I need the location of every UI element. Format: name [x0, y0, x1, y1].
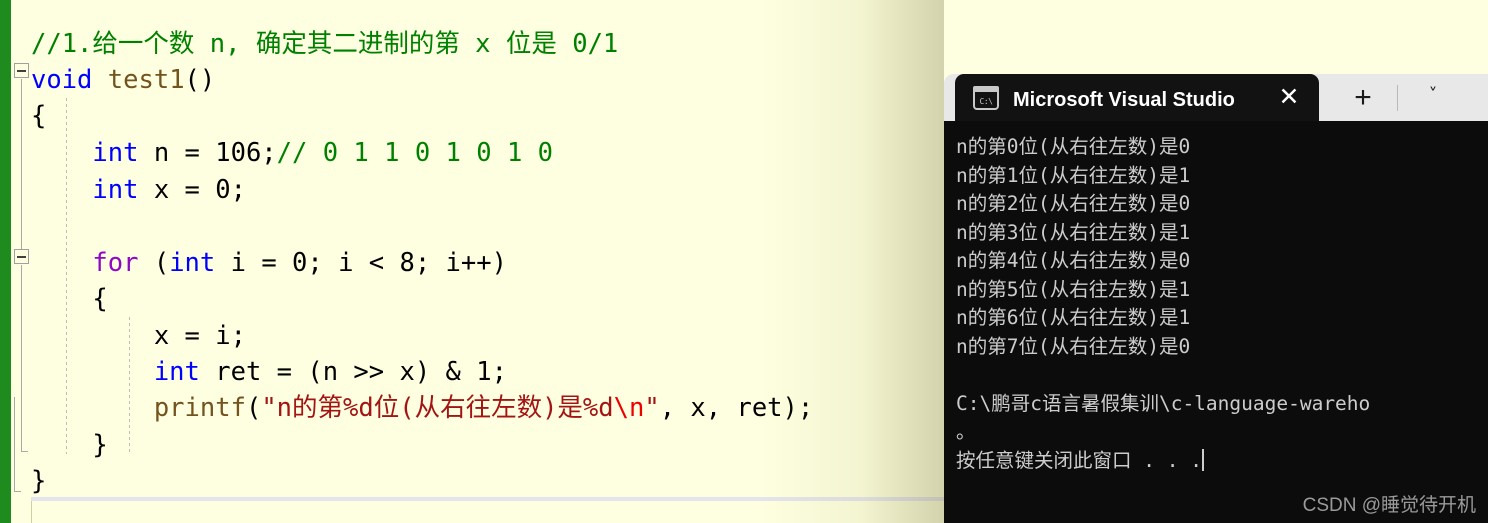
code-line-3: {: [31, 101, 47, 131]
terminal-tab-bar[interactable]: C:\ Microsoft Visual Studio 调试控 ✕ + ˅: [944, 74, 1488, 121]
code-line-12: }: [31, 430, 108, 460]
change-tracking-bar: [0, 0, 11, 523]
code-line-13: }: [31, 466, 47, 496]
fold-toggle-test1[interactable]: [14, 63, 29, 78]
screenshot-root: //1.给一个数 n, 确定其二进制的第 x 位是 0/1 void test1…: [0, 0, 1488, 523]
fold-line-for: [21, 265, 22, 451]
fold-line-outer: [14, 397, 15, 491]
code-line-4: int n = 106;// 0 1 1 0 1 0 1 0: [92, 138, 553, 168]
console-output-text: n的第0位(从右往左数)是0 n的第1位(从右往左数)是1 n的第2位(从右往左…: [956, 135, 1371, 472]
outlining-margin[interactable]: [11, 0, 31, 497]
new-tab-button[interactable]: +: [1349, 83, 1377, 113]
code-line-5: int x = 0;: [92, 175, 246, 205]
console-icon: C:\: [973, 85, 999, 110]
fold-end-for: [21, 451, 28, 452]
console-window[interactable]: C:\ Microsoft Visual Studio 调试控 ✕ + ˅ n的…: [944, 74, 1488, 523]
code-line-8: {: [31, 284, 108, 314]
terminal-tab-title: Microsoft Visual Studio 调试控: [1013, 89, 1237, 111]
fold-end-outer: [14, 491, 21, 492]
code-line-9: x = i;: [31, 321, 246, 351]
csdn-watermark: CSDN @睡觉待开机: [1302, 495, 1476, 516]
tabbar-divider: [1397, 85, 1398, 111]
fold-toggle-for[interactable]: [14, 249, 29, 264]
code-line-11: printf("n的第%d位(从右往左数)是%d\n", x, ret);: [153, 393, 814, 423]
code-line-7: for (int i = 0; i < 8; i++): [92, 248, 507, 278]
editor-secondary-pane[interactable]: [31, 501, 944, 523]
close-icon[interactable]: ✕: [1277, 85, 1301, 110]
terminal-tab-active[interactable]: C:\ Microsoft Visual Studio 调试控 ✕: [955, 74, 1319, 121]
fold-line-test1: [21, 79, 22, 249]
console-cursor: [1201, 448, 1204, 471]
code-line-10: int ret = (n >> x) & 1;: [153, 357, 507, 387]
code-line-1: //1.给一个数 n, 确定其二进制的第 x 位是 0/1: [31, 29, 619, 59]
chevron-down-icon[interactable]: ˅: [1419, 82, 1447, 110]
code-line-2: void test1(): [31, 65, 216, 95]
console-output[interactable]: n的第0位(从右往左数)是0 n的第1位(从右往左数)是1 n的第2位(从右往左…: [944, 121, 1488, 523]
